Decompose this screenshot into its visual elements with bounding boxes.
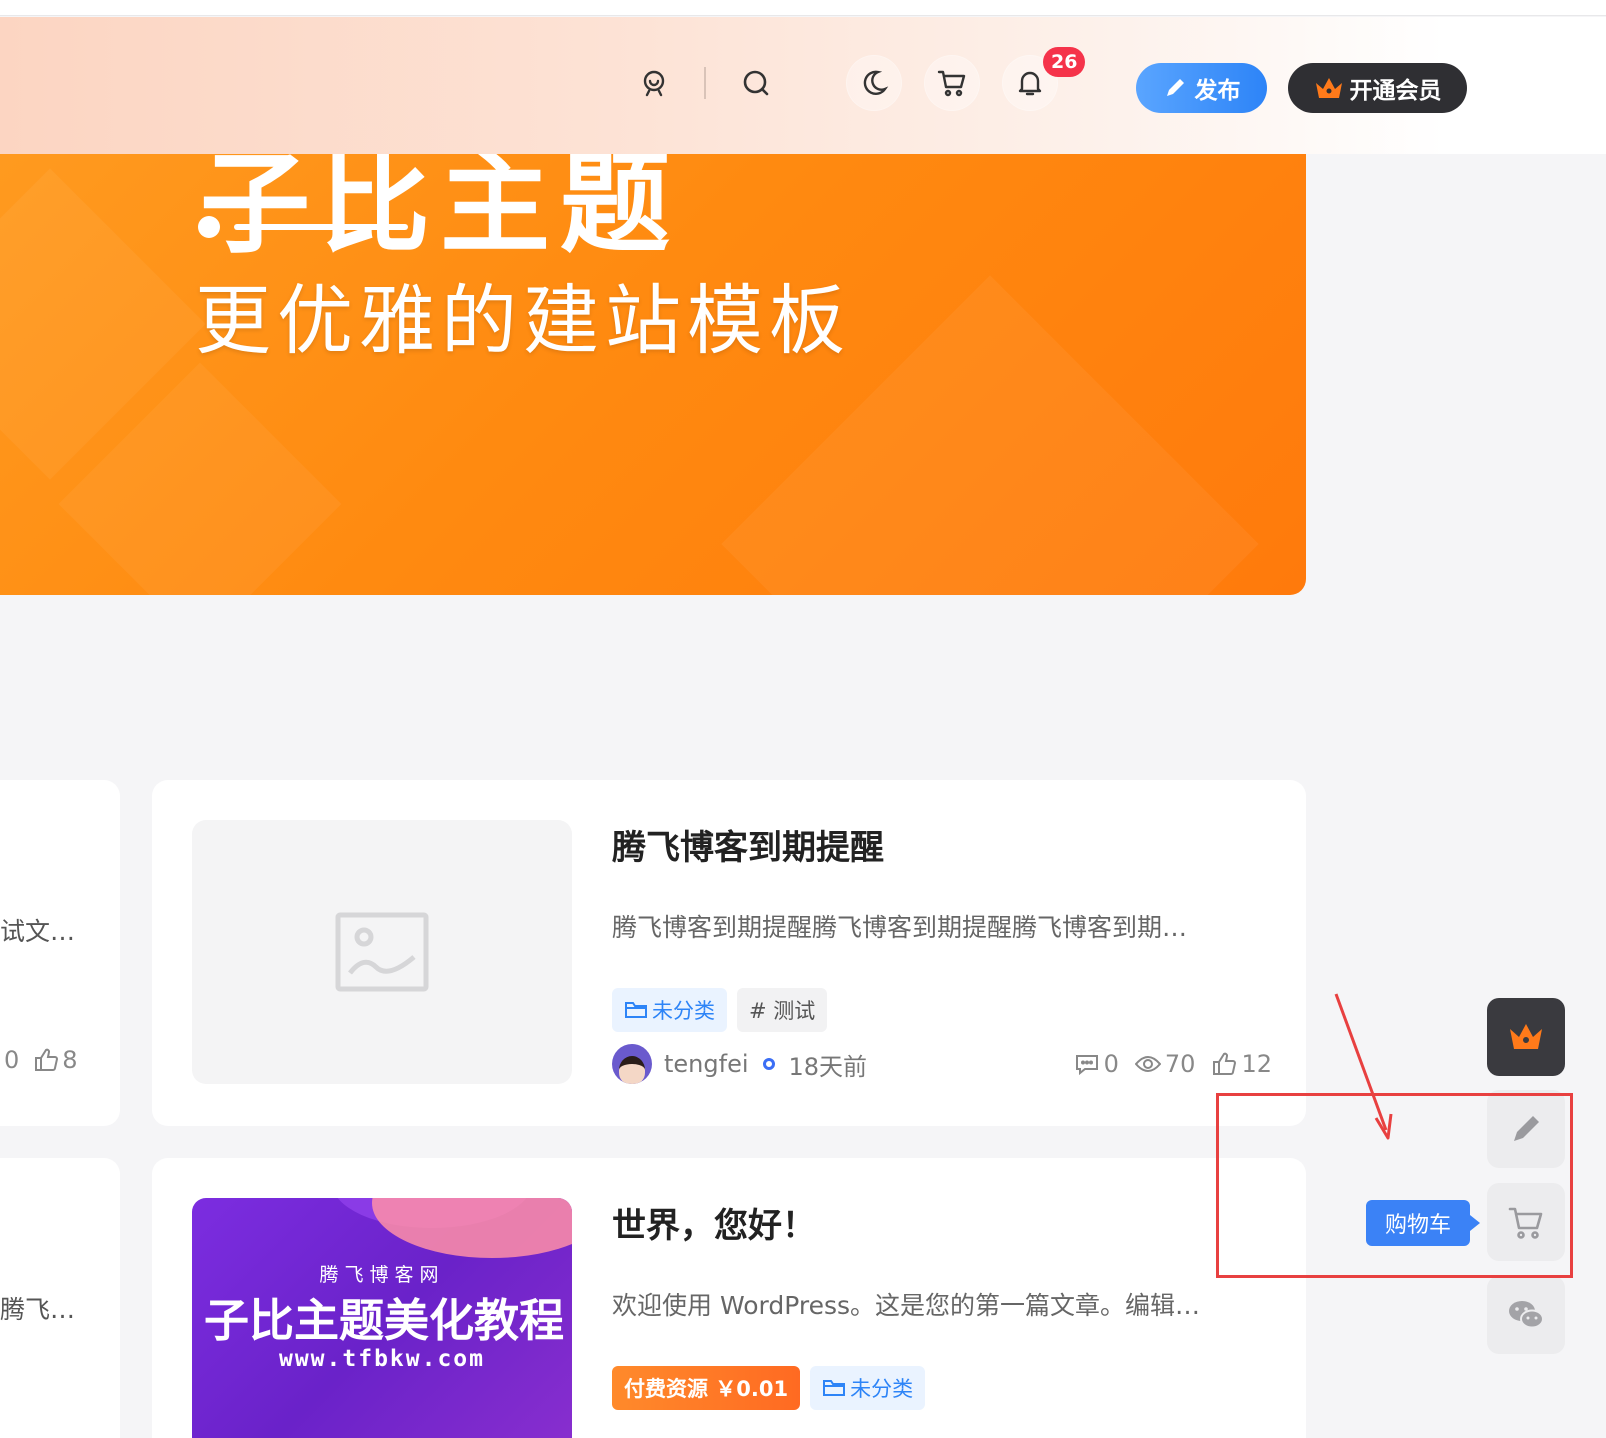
sign-in-icon[interactable]: [626, 55, 682, 111]
thumbs-up-icon: [35, 1048, 59, 1071]
cart-icon[interactable]: [924, 55, 980, 111]
banner-dot: [198, 216, 220, 238]
separator-dot: [762, 1058, 775, 1070]
wechat-icon: [1509, 1301, 1544, 1329]
post-thumbnail[interactable]: 腾飞博客网 子比主题美化教程 www.tfbkw.com: [192, 1198, 572, 1438]
thumbs-up-icon: [1213, 1052, 1237, 1075]
post-meta: tengfei 18天前 0 70 12: [612, 1042, 1272, 1086]
category-label: 未分类: [850, 1377, 914, 1401]
post-stats: 0 8: [4, 1046, 78, 1074]
post-title[interactable]: 世界，您好！: [612, 1198, 816, 1247]
annotation-arrow-icon: [1334, 993, 1393, 1140]
vip-label: 开通会员: [1349, 78, 1442, 104]
crown-icon: [1315, 78, 1342, 98]
view-count: 70: [1164, 1050, 1196, 1078]
publish-label: 发布: [1194, 78, 1241, 104]
post-stats: 0 70 12: [1074, 1050, 1272, 1078]
like-count: 8: [62, 1046, 78, 1074]
post-excerpt: 试文…: [0, 917, 76, 946]
post-excerpt: 欢迎使用 WordPress。这是您的第一篇文章。编辑…: [612, 1291, 1201, 1320]
category-tag[interactable]: 未分类: [612, 988, 727, 1032]
site-header: 26 发布 开通会员: [0, 17, 1606, 154]
banner-subtitle: 更优雅的建站模板: [195, 276, 851, 365]
thumbnail-title: 子比主题美化教程: [203, 1294, 564, 1347]
like-stat: 8: [33, 1046, 78, 1074]
dark-mode-moon-icon[interactable]: [846, 55, 902, 111]
like-stat[interactable]: 12: [1211, 1050, 1272, 1078]
author-name[interactable]: tengfei: [664, 1050, 749, 1078]
paid-resource-label: 付费资源 ￥0.01: [624, 1377, 789, 1401]
header-divider: [704, 67, 706, 99]
category-label: 未分类: [652, 999, 715, 1023]
folder-icon: [625, 1002, 647, 1018]
banner-title: 子比主题: [200, 154, 680, 268]
folder-icon: [823, 1380, 846, 1396]
post-thumbnail-placeholder[interactable]: [192, 820, 572, 1084]
comment-icon: [1075, 1055, 1098, 1076]
like-count: 12: [1241, 1050, 1272, 1078]
publish-button[interactable]: 发布: [1136, 63, 1267, 113]
wechat-float-button[interactable]: [1487, 1276, 1565, 1354]
topic-label: # 测试: [749, 999, 816, 1023]
comment-stat: 0: [1074, 1050, 1119, 1078]
category-tag[interactable]: 未分类: [810, 1366, 926, 1410]
hero-banner[interactable]: 子比主题 更优雅的建站模板: [0, 154, 1306, 595]
crown-icon: [1510, 1024, 1542, 1049]
notification-badge: 26: [1043, 47, 1086, 77]
post-title[interactable]: 腾飞博客到期提醒: [612, 820, 884, 869]
post-tags: 付费资源 ￥0.01 未分类: [612, 1366, 926, 1410]
avatar[interactable]: [612, 1044, 652, 1084]
post-excerpt: 腾飞博客到期提醒腾飞博客到期提醒腾飞博客到期…: [612, 913, 1188, 942]
post-card-partial[interactable]: 腾飞…: [0, 1158, 120, 1438]
topic-tag[interactable]: # 测试: [737, 988, 828, 1032]
post-card[interactable]: 腾飞博客到期提醒 腾飞博客到期提醒腾飞博客到期提醒腾飞博客到期… 未分类 # 测…: [152, 780, 1306, 1126]
post-time: 18天前: [788, 1052, 868, 1081]
paid-resource-tag[interactable]: 付费资源 ￥0.01: [612, 1366, 801, 1410]
thumbnail-url: www.tfbkw.com: [278, 1346, 485, 1372]
post-excerpt: 腾飞…: [0, 1295, 76, 1324]
view-stat: 70: [1134, 1050, 1196, 1078]
comment-count: 0: [4, 1046, 20, 1074]
pencil-icon: [1166, 79, 1184, 96]
eye-icon: [1134, 1056, 1161, 1072]
image-placeholder-icon: [335, 912, 429, 992]
thumbnail-decoration: [372, 1198, 572, 1258]
post-tags: 未分类 # 测试: [612, 988, 828, 1032]
comment-count: 0: [1103, 1050, 1119, 1078]
browser-top-strip: [0, 0, 1606, 16]
post-card-partial[interactable]: 试文… 0 8: [0, 780, 120, 1126]
open-vip-button[interactable]: 开通会员: [1288, 63, 1467, 113]
vip-float-button[interactable]: [1487, 998, 1565, 1076]
banner-line: [234, 224, 408, 230]
post-card[interactable]: 腾飞博客网 子比主题美化教程 www.tfbkw.com 世界，您好！ 欢迎使用…: [152, 1158, 1306, 1438]
thumbnail-subtitle: 腾飞博客网: [319, 1264, 445, 1286]
search-icon[interactable]: [728, 55, 784, 111]
